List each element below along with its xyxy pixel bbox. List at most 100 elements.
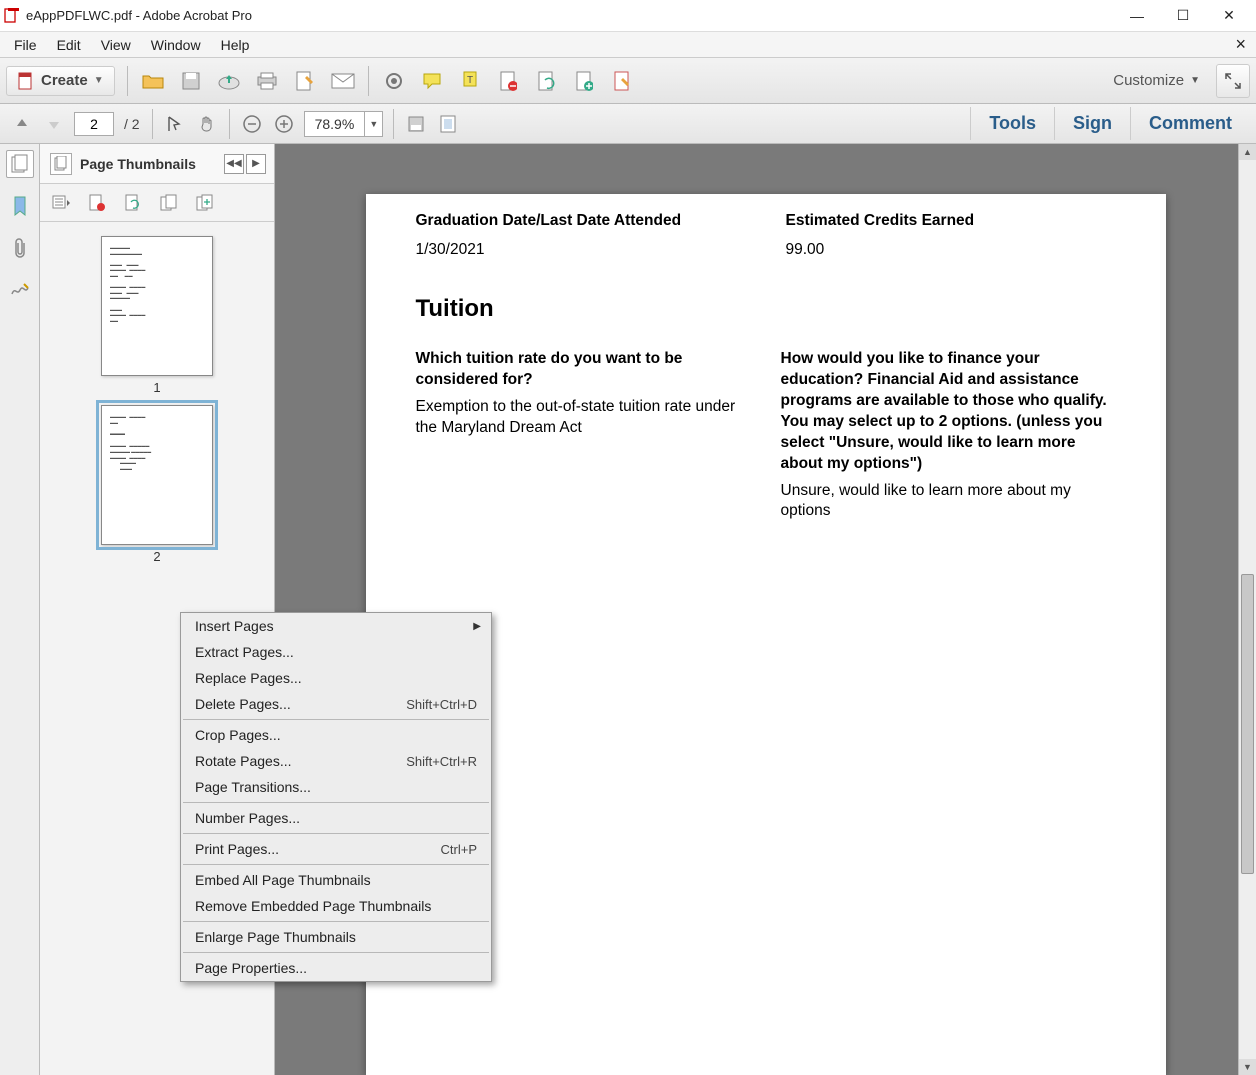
customize-button[interactable]: Customize ▼ [1105,70,1208,91]
thumbnail-item[interactable]: ▬▬▬▬ ▬▬▬▬▬▬▬▬▬▬▬▬▬ ▬▬▬▬▬▬▬▬▬▬ ▬▬▬▬▬▬▬▬▬ … [101,405,213,564]
zoom-out-button[interactable] [238,110,266,138]
save-button[interactable] [174,64,208,98]
scrollbar-thumb[interactable] [1241,574,1254,874]
cursor-text-icon [166,115,184,133]
settings-button[interactable] [377,64,411,98]
page-thumbnails-tab[interactable] [6,150,34,178]
bookmarks-tab[interactable] [6,192,34,220]
tab-sign[interactable]: Sign [1054,107,1130,140]
dropdown-arrow-icon[interactable]: ▼ [364,112,382,136]
page-number-input[interactable] [74,112,114,136]
zoom-in-icon [274,114,294,134]
tab-tools[interactable]: Tools [970,107,1054,140]
menu-item-shortcut: Shift+Ctrl+R [406,754,477,769]
collapse-right-button[interactable]: ▶ [246,154,266,174]
context-menu-item[interactable]: Rotate Pages...Shift+Ctrl+R [181,748,491,774]
svg-text:T: T [467,75,473,86]
page-add-icon [575,70,593,92]
scroll-down-button[interactable]: ▼ [1239,1059,1256,1075]
menu-item-label: Insert Pages [195,618,477,634]
speech-bubble-icon [422,72,442,90]
thumb-delete-button[interactable] [86,192,108,214]
section-heading: Tuition [416,295,1116,323]
grad-date-label: Graduation Date/Last Date Attended [416,212,746,230]
save-icon [181,71,201,91]
thumb-insert-button[interactable] [194,192,216,214]
cloud-button[interactable] [212,64,246,98]
page-delete-icon [499,70,517,92]
fit-page-button[interactable] [434,110,462,138]
thumbnail-page-2[interactable]: ▬▬▬▬ ▬▬▬▬▬▬▬▬▬▬▬▬▬ ▬▬▬▬▬▬▬▬▬▬ ▬▬▬▬▬▬▬▬▬ … [101,405,213,545]
menu-help[interactable]: Help [211,34,260,56]
context-menu-item[interactable]: Number Pages... [181,805,491,831]
create-button[interactable]: Create ▼ [6,66,115,96]
hand-icon [198,115,216,133]
edit-pdf-button[interactable] [288,64,322,98]
thumb-extract-button[interactable] [158,192,180,214]
tab-comment[interactable]: Comment [1130,107,1250,140]
page-total-label: / 2 [124,116,140,132]
thumbnail-page-1[interactable]: ▬▬▬▬▬▬▬▬▬▬▬▬▬▬▬▬ ▬▬▬▬▬▬▬ ▬▬▬▬▬▬ ▬▬▬▬▬▬ ▬… [101,236,213,376]
scroll-up-button[interactable]: ▲ [1239,144,1256,160]
thumb-options-button[interactable] [50,192,72,214]
separator [368,66,369,96]
prev-page-button[interactable] [8,110,36,138]
menu-file[interactable]: File [4,34,47,56]
select-tool-button[interactable] [161,110,189,138]
zoom-in-button[interactable] [270,110,298,138]
edit-text-button[interactable] [605,64,639,98]
panel-title: Page Thumbnails [80,156,222,172]
print-button[interactable] [250,64,284,98]
hand-tool-button[interactable] [193,110,221,138]
context-menu-item[interactable]: Embed All Page Thumbnails [181,867,491,893]
context-menu-item[interactable]: Enlarge Page Thumbnails [181,924,491,950]
delete-page-button[interactable] [491,64,525,98]
paperclip-icon [13,237,27,259]
menu-window[interactable]: Window [141,34,211,56]
context-menu-item[interactable]: Page Properties... [181,955,491,981]
close-document-button[interactable]: × [1229,34,1252,55]
folder-open-icon [142,72,164,90]
context-menu-item[interactable]: Insert Pages▶ [181,613,491,639]
zoom-select[interactable]: 78.9% ▼ [304,111,384,137]
pages-icon [54,156,68,172]
context-menu-item[interactable]: Print Pages...Ctrl+P [181,836,491,862]
fullscreen-button[interactable] [1216,64,1250,98]
cloud-upload-icon [217,72,241,90]
menu-edit[interactable]: Edit [47,34,91,56]
panel-options-button[interactable] [50,153,72,175]
comment-button[interactable] [415,64,449,98]
collapse-left-button[interactable]: ◀◀ [224,154,244,174]
fit-page-icon [439,114,457,134]
vertical-scrollbar[interactable]: ▲ ▼ [1238,144,1256,1075]
highlight-button[interactable]: T [453,64,487,98]
context-menu-item[interactable]: Delete Pages...Shift+Ctrl+D [181,691,491,717]
email-button[interactable] [326,64,360,98]
customize-label: Customize [1113,72,1184,89]
minimize-button[interactable]: — [1114,0,1160,32]
close-button[interactable]: ✕ [1206,0,1252,32]
context-menu-item[interactable]: Crop Pages... [181,722,491,748]
save-view-button[interactable] [402,110,430,138]
thumb-rotate-button[interactable] [122,192,144,214]
next-page-button[interactable] [40,110,68,138]
menu-view[interactable]: View [91,34,141,56]
rotate-page-button[interactable] [529,64,563,98]
menu-item-label: Crop Pages... [195,727,477,743]
context-menu-item[interactable]: Replace Pages... [181,665,491,691]
printer-icon [256,71,278,91]
credits-value: 99.00 [786,241,1116,259]
insert-page-button[interactable] [567,64,601,98]
context-menu-item[interactable]: Remove Embedded Page Thumbnails [181,893,491,919]
maximize-button[interactable]: ☐ [1160,0,1206,32]
signatures-tab[interactable] [6,276,34,304]
dropdown-arrow-icon: ▼ [1190,75,1200,86]
thumbnail-item[interactable]: ▬▬▬▬▬▬▬▬▬▬▬▬▬▬▬▬ ▬▬▬▬▬▬▬ ▬▬▬▬▬▬ ▬▬▬▬▬▬ ▬… [101,236,213,395]
arrow-down-icon [46,116,62,132]
context-menu-item[interactable]: Page Transitions... [181,774,491,800]
attachments-tab[interactable] [6,234,34,262]
page-edit-icon [613,70,631,92]
edit-document-icon [295,70,315,92]
open-button[interactable] [136,64,170,98]
context-menu-item[interactable]: Extract Pages... [181,639,491,665]
